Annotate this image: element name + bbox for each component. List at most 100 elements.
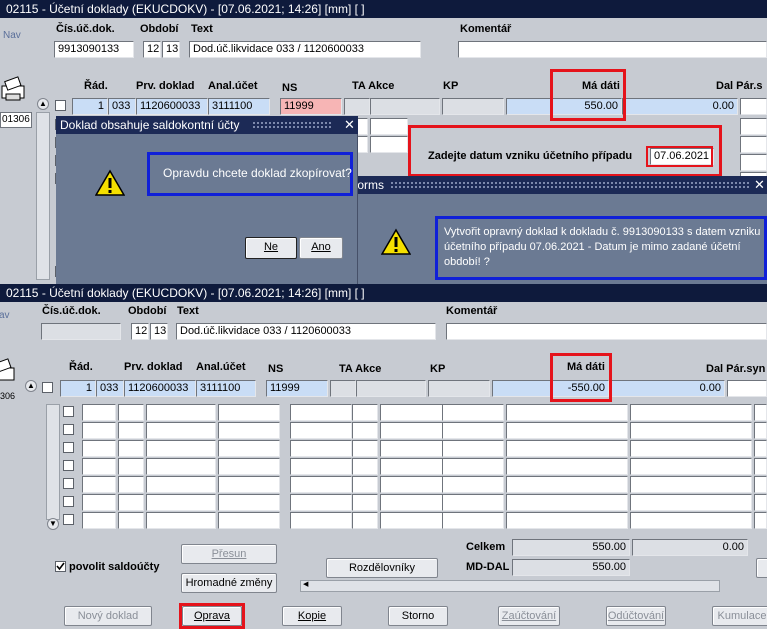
row-anal-top[interactable]: 3111100 [208,98,270,115]
oprava-button[interactable]: Oprava [182,606,242,626]
grid-cell-empty[interactable] [146,404,216,421]
row-checkbox-empty[interactable] [63,406,74,417]
row-code-bottom[interactable]: 033 [96,380,124,397]
kumulace-button[interactable]: Kumulace [712,606,767,626]
zauctovani-button[interactable]: Zaúčtování [498,606,560,626]
grid-cell-empty[interactable] [218,494,280,511]
grid-cell-empty[interactable] [352,404,378,421]
grid-cell-empty[interactable] [380,458,450,475]
grid-cell-empty[interactable] [754,422,767,439]
nav-label[interactable]: Nav [3,30,21,41]
grid-cell-empty[interactable] [82,494,116,511]
row-prv-top[interactable]: 1120600033 [136,98,208,115]
grid-cell-empty[interactable] [442,476,504,493]
grid-cell-empty[interactable] [290,458,352,475]
storno-button[interactable]: Storno [388,606,448,626]
presun-button[interactable]: Přesun [181,544,277,564]
saldo-dialog-close-icon[interactable]: ✕ [344,116,355,134]
grid-cell-empty[interactable] [506,404,628,421]
grid-cell-empty[interactable] [118,422,144,439]
grid-cell-empty[interactable] [506,494,628,511]
grid-cell-empty[interactable] [506,458,628,475]
cis-field-bottom[interactable] [41,323,121,340]
row-kp-bottom[interactable] [428,380,490,397]
povolit-checkbox[interactable] [55,561,66,572]
grid-cell-empty[interactable] [380,404,450,421]
grid-cell-empty[interactable] [380,494,450,511]
grid-cell-empty[interactable] [218,422,280,439]
grid-cell-empty[interactable] [290,440,352,457]
novy-doklad-button[interactable]: Nový doklad [64,606,152,626]
scroll-down-button-bottom[interactable]: ▼ [47,518,59,530]
row-checkbox-empty[interactable] [63,442,74,453]
grid-cell-empty[interactable] [442,458,504,475]
text-field-bottom[interactable]: Dod.úč.likvidace 033 / 1120600033 [176,323,436,340]
row-ta-top[interactable] [344,98,370,115]
grid-cell-empty[interactable] [380,476,450,493]
row-dal-bottom[interactable]: 0.00 [609,380,725,397]
grid-cell-empty[interactable] [754,476,767,493]
grid-cell-empty[interactable] [118,512,144,529]
grid-cell-empty[interactable] [380,512,450,529]
grid-cell-empty[interactable] [506,512,628,529]
grid-cell-empty[interactable] [82,458,116,475]
grid-cell-empty[interactable] [290,422,352,439]
row-dal-top[interactable]: 0.00 [622,98,738,115]
obdobi-field-1-bottom[interactable]: 12 [131,323,149,340]
grid-cell-empty[interactable] [146,512,216,529]
date-dialog-input[interactable]: 07.06.2021 [650,148,714,165]
grid-cell-empty[interactable] [218,440,280,457]
grid-cell-empty[interactable] [146,494,216,511]
grid-cell-empty[interactable] [82,422,116,439]
hromadne-zmeny-button[interactable]: Hromadné změny [181,573,277,593]
grid-cell-empty[interactable] [630,494,752,511]
grid-cell-empty[interactable] [506,440,628,457]
row-ns-top[interactable]: 11999 [280,98,342,115]
grid-cell-empty[interactable] [82,404,116,421]
obdobi-field-2-bottom[interactable]: 13 [150,323,168,340]
grid-cell-empty[interactable] [146,458,216,475]
grid-cell-empty[interactable] [380,440,450,457]
row-par-empty[interactable] [740,118,767,135]
row-checkbox-empty[interactable] [63,478,74,489]
scroll-left-icon[interactable]: ◀ [303,580,313,590]
grid-cell-empty[interactable] [290,494,352,511]
grid-cell-empty[interactable] [630,476,752,493]
grid-cell-empty[interactable] [630,440,752,457]
row-akce-empty[interactable] [370,118,408,135]
row-checkbox-empty[interactable] [63,496,74,507]
row-num-bottom[interactable]: 1 [60,380,96,397]
row-kp-top[interactable] [442,98,504,115]
grid-cell-empty[interactable] [118,440,144,457]
row-par-empty[interactable] [740,136,767,153]
kopie-button[interactable]: Kopie [282,606,342,626]
grid-cell-empty[interactable] [290,512,352,529]
print-icon[interactable] [0,76,28,106]
rozdelovniky-button[interactable]: Rozdělovníky [326,558,438,578]
grid-cell-empty[interactable] [352,512,378,529]
row-ta-bottom[interactable] [330,380,356,397]
grid-cell-empty[interactable] [82,476,116,493]
vertical-scrollbar-bottom[interactable] [46,404,60,520]
grid-cell-empty[interactable] [380,422,450,439]
grid-cell-empty[interactable] [442,494,504,511]
grid-cell-empty[interactable] [146,422,216,439]
grid-cell-empty[interactable] [218,476,280,493]
grid-cell-empty[interactable] [754,494,767,511]
scroll-up-button-top[interactable]: ▲ [37,98,49,110]
grid-cell-empty[interactable] [630,512,752,529]
row-par-bottom[interactable] [727,380,767,397]
grid-cell-empty[interactable] [754,404,767,421]
grid-cell-empty[interactable] [290,476,352,493]
text-field-top[interactable]: Dod.úč.likvidace 033 / 1120600033 [189,41,421,58]
no-button[interactable]: Ne [245,237,297,259]
grid-cell-empty[interactable] [352,422,378,439]
grid-cell-empty[interactable] [442,422,504,439]
scroll-up-button-bottom[interactable]: ▲ [25,380,37,392]
grid-cell-empty[interactable] [218,458,280,475]
vertical-scrollbar-top[interactable] [36,112,50,280]
grid-cell-empty[interactable] [506,476,628,493]
obdobi-field-2-top[interactable]: 13 [162,41,180,58]
oductovani-button[interactable]: Odúčtování [606,606,666,626]
grid-cell-empty[interactable] [754,440,767,457]
